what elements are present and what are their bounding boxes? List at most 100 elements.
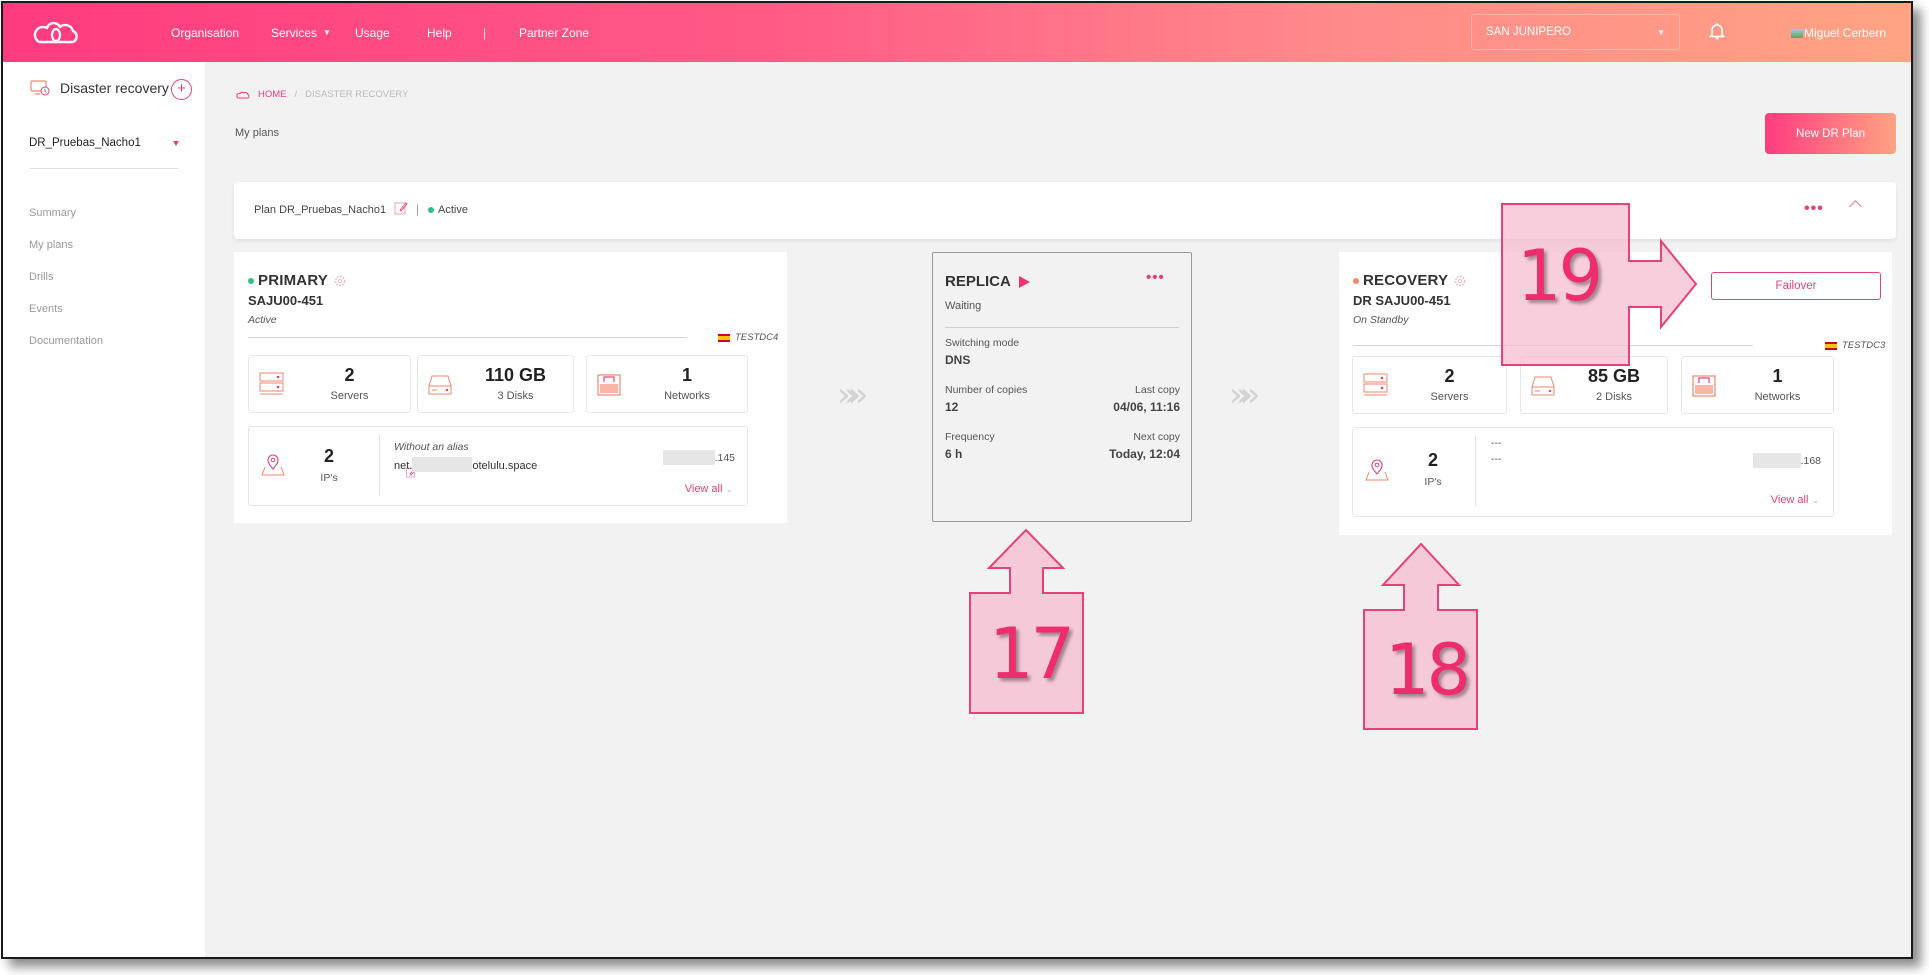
primary-divider: [248, 337, 687, 338]
plan-selector[interactable]: DR_Pruebas_Nacho1: [29, 137, 179, 149]
ip-suffix: .168: [1800, 454, 1821, 467]
recovery-servers-stat[interactable]: 2 Servers: [1352, 356, 1507, 414]
primary-host: SAJU00-451: [248, 293, 324, 308]
recovery-title: RECOVERY: [1353, 272, 1466, 289]
cloud-logo-icon[interactable]: [33, 20, 79, 46]
replica-state: Waiting: [945, 300, 982, 312]
server-icon: [1363, 373, 1388, 396]
hostname: net. otelulu.space: [394, 457, 537, 472]
hostname-prefix: net.: [394, 460, 413, 472]
storage-size: 110 GB: [484, 365, 547, 385]
primary-title: PRIMARY: [248, 272, 346, 289]
networks-count: 1: [681, 365, 692, 385]
redacted-block: [412, 457, 473, 472]
flow-chevrons-icon: »»: [837, 375, 868, 415]
disk-icon: [1531, 376, 1555, 396]
recovery-networks-stat[interactable]: 1 Networks: [1681, 356, 1834, 414]
alias-label: ---: [1491, 437, 1502, 449]
add-plan-button[interactable]: +: [171, 79, 192, 100]
redacted-block: [1752, 453, 1801, 468]
recovery-divider: [1353, 345, 1753, 346]
play-icon[interactable]: [1018, 275, 1030, 288]
view-all-link[interactable]: View all: [685, 483, 733, 495]
breadcrumb-home[interactable]: HOME: [258, 89, 287, 100]
settings-icon[interactable]: [1454, 275, 1466, 287]
callout-number: 18: [1385, 629, 1471, 711]
next-copy-value: Today, 12:04: [1109, 447, 1180, 461]
user-menu[interactable]: Miguel Cerbern: [1791, 26, 1886, 40]
settings-icon[interactable]: [334, 275, 346, 287]
sidebar-title-label: Disaster recovery: [60, 80, 169, 96]
home-cloud-icon[interactable]: [236, 91, 250, 99]
sidebar-item-my-plans[interactable]: My plans: [29, 239, 73, 251]
location-pin-icon: [1365, 459, 1389, 481]
sidebar: Disaster recovery + DR_Pruebas_Nacho1 Su…: [3, 62, 205, 957]
callout-17: 17: [967, 527, 1087, 717]
nav-help[interactable]: Help: [427, 26, 452, 40]
region-select[interactable]: SAN JUNIPERO ▼: [1471, 14, 1680, 50]
services-dropdown-icon[interactable]: ▼: [323, 28, 331, 37]
servers-label: Servers: [330, 390, 369, 402]
primary-networks-stat[interactable]: 1 Networks: [586, 355, 748, 413]
chevron-up-icon[interactable]: [1849, 200, 1862, 213]
nav-usage[interactable]: Usage: [355, 26, 390, 40]
servers-label: Servers: [1430, 391, 1469, 403]
recovery-state: On Standby: [1353, 314, 1409, 326]
ip-suffix: .145: [714, 451, 735, 464]
plan-status-label: Active: [438, 204, 468, 216]
sidebar-item-events[interactable]: Events: [29, 303, 63, 315]
nav-partner-zone[interactable]: Partner Zone: [519, 26, 589, 40]
primary-storage-stat[interactable]: 110 GB 3 Disks: [417, 355, 574, 413]
app-window: Organisation Services ▼ Usage Help | Par…: [1, 1, 1913, 959]
frequency-value: 6 h: [945, 447, 963, 461]
plan-more-button[interactable]: •••: [1804, 200, 1824, 218]
failover-button[interactable]: Failover: [1711, 272, 1881, 300]
replica-title-label: REPLICA: [945, 273, 1011, 290]
plan-separator: |: [416, 202, 420, 216]
storage-size: 85 GB: [1587, 366, 1641, 386]
replica-more-button[interactable]: •••: [1146, 269, 1165, 286]
copies-label: Number of copies: [945, 384, 1028, 396]
plan-status: Active: [428, 204, 468, 216]
location-pin-icon: [261, 454, 285, 476]
new-dr-plan-button[interactable]: New DR Plan: [1765, 113, 1896, 154]
edit-icon[interactable]: [394, 201, 408, 215]
breadcrumb: HOME / DISASTER RECOVERY: [236, 89, 408, 100]
bell-icon[interactable]: [1709, 22, 1725, 40]
network-icon: [1692, 375, 1716, 397]
top-nav-bar: Organisation Services ▼ Usage Help | Par…: [3, 3, 1911, 62]
recovery-status-dot: [1353, 277, 1359, 284]
disks-label: 2 Disks: [1595, 391, 1633, 403]
disaster-recovery-icon: [30, 80, 50, 96]
alias-row: Without an alias: [394, 441, 469, 478]
avatar: [1791, 29, 1803, 38]
switching-mode-label: Switching mode: [945, 337, 1020, 349]
next-copy-label: Next copy: [1133, 431, 1180, 443]
last-copy-value: 04/06, 11:16: [1113, 400, 1180, 414]
frequency-label: Frequency: [945, 431, 995, 443]
recovery-host: DR SAJU00-451: [1353, 293, 1451, 308]
view-all-link[interactable]: View all: [1771, 494, 1819, 506]
primary-servers-stat[interactable]: 2 Servers: [248, 355, 411, 413]
plan-name: Plan DR_Pruebas_Nacho1: [254, 204, 387, 216]
spain-flag-icon: [718, 333, 730, 342]
primary-datacenter-label: TESTDC4: [735, 332, 779, 343]
region-value: SAN JUNIPERO: [1486, 26, 1571, 38]
user-name: Miguel Cerbern: [1804, 26, 1887, 40]
nav-services[interactable]: Services: [271, 26, 317, 40]
primary-ip-box: 2 IP's Without an alias net. otelulu.spac…: [248, 426, 748, 506]
plan-header: Plan DR_Pruebas_Nacho1 | Active •••: [234, 182, 1896, 239]
nav-organisation[interactable]: Organisation: [171, 26, 239, 40]
caret-down-icon: [173, 141, 179, 146]
disk-icon: [428, 375, 452, 395]
switching-mode-value: DNS: [945, 353, 971, 367]
sidebar-divider: [29, 168, 179, 169]
sidebar-item-summary[interactable]: Summary: [29, 207, 76, 219]
nav-divider: |: [483, 25, 487, 40]
recovery-storage-stat[interactable]: 85 GB 2 Disks: [1520, 356, 1668, 414]
sidebar-item-documentation[interactable]: Documentation: [29, 335, 103, 347]
sidebar-item-drills[interactable]: Drills: [29, 271, 53, 283]
servers-count: 2: [344, 365, 355, 385]
hostname-suffix: otelulu.space: [472, 460, 538, 472]
ip-address: .168: [1752, 453, 1821, 468]
